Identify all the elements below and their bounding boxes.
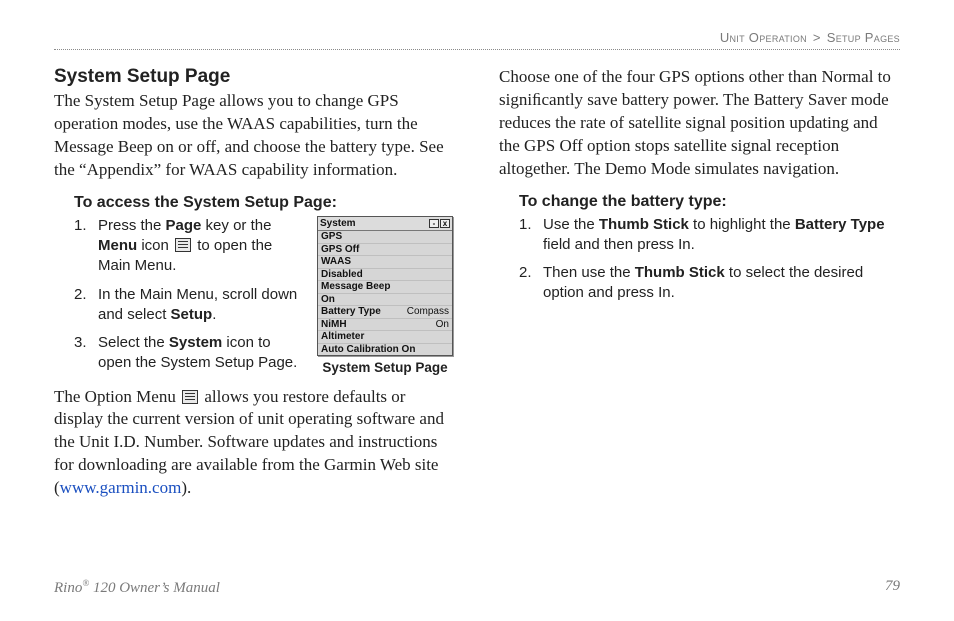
device-row: Altimeter <box>318 330 452 343</box>
step-item: Press the Page key or the Menu icon to o… <box>74 216 301 277</box>
device-row-key: WAAS <box>321 256 351 268</box>
option-menu-paragraph: The Option Menu allows you restore defau… <box>54 386 455 501</box>
figure-caption: System Setup Page <box>315 360 455 375</box>
content-columns: System Setup Page The System Setup Page … <box>54 62 900 512</box>
device-row: On <box>318 293 452 306</box>
garmin-link[interactable]: www.garmin.com <box>60 478 182 497</box>
device-row: Disabled <box>318 268 452 281</box>
device-titlebar: System - x <box>318 217 452 232</box>
gps-options-paragraph: Choose one of the four GPS options other… <box>499 66 900 181</box>
device-row: NiMH On <box>318 318 452 331</box>
close-icon: x <box>440 219 450 228</box>
page-footer: Rino® 120 Owner’s Manual 79 <box>54 578 900 597</box>
subheading-access: To access the System Setup Page: <box>74 194 455 212</box>
device-row-key: Auto Calibration On <box>321 344 415 356</box>
crumb-page: Setup Pages <box>827 30 900 45</box>
left-column: System Setup Page The System Setup Page … <box>54 62 455 512</box>
steps-and-figure: Press the Page key or the Menu icon to o… <box>54 216 455 382</box>
intro-paragraph: The System Setup Page allows you to chan… <box>54 90 455 182</box>
device-row: Auto Calibration On <box>318 343 452 356</box>
subheading-battery: To change the battery type: <box>519 193 900 211</box>
steps-access: Press the Page key or the Menu icon to o… <box>74 216 301 382</box>
device-row-key: On <box>321 294 335 306</box>
steps-battery: Use the Thumb Stick to highlight the Bat… <box>519 215 900 304</box>
crumb-sep: > <box>813 30 821 45</box>
device-row: Battery Type Compass <box>318 305 452 318</box>
step-item: Then use the Thumb Stick to select the d… <box>519 263 900 304</box>
footer-page-number: 79 <box>885 578 900 597</box>
device-row-key: Message Beep <box>321 281 390 293</box>
device-row-key: Altimeter <box>321 331 364 343</box>
page-title: System Setup Page <box>54 66 455 88</box>
device-row-key: GPS <box>321 231 342 243</box>
device-row-key: Disabled <box>321 269 363 281</box>
step-item: In the Main Menu, scroll down and select… <box>74 285 301 326</box>
device-row: GPS <box>318 231 452 243</box>
step-item: Select the System icon to open the Syste… <box>74 333 301 374</box>
device-row: WAAS <box>318 255 452 268</box>
device-title-text: System <box>320 218 356 230</box>
device-row: GPS Off <box>318 243 452 256</box>
device-row-value: Compass <box>407 306 449 318</box>
right-column: Choose one of the four GPS options other… <box>499 62 900 512</box>
device-screen: System - x GPSGPS OffWAASDisabledMessage… <box>317 216 453 357</box>
minimize-icon: - <box>429 219 439 228</box>
device-window-buttons: - x <box>429 219 450 228</box>
figure-system-setup: System - x GPSGPS OffWAASDisabledMessage… <box>315 216 455 376</box>
device-row: Message Beep <box>318 280 452 293</box>
step-item: Use the Thumb Stick to highlight the Bat… <box>519 215 900 256</box>
crumb-section: Unit Operation <box>720 30 807 45</box>
breadcrumb: Unit Operation > Setup Pages <box>54 30 900 50</box>
device-row-key: Battery Type <box>321 306 381 318</box>
device-row-key: GPS Off <box>321 244 359 256</box>
footer-product: Rino® 120 Owner’s Manual <box>54 578 220 597</box>
device-row-value: On <box>436 319 449 331</box>
menu-icon <box>175 238 191 252</box>
option-menu-icon <box>182 390 198 404</box>
device-row-key: NiMH <box>321 319 347 331</box>
